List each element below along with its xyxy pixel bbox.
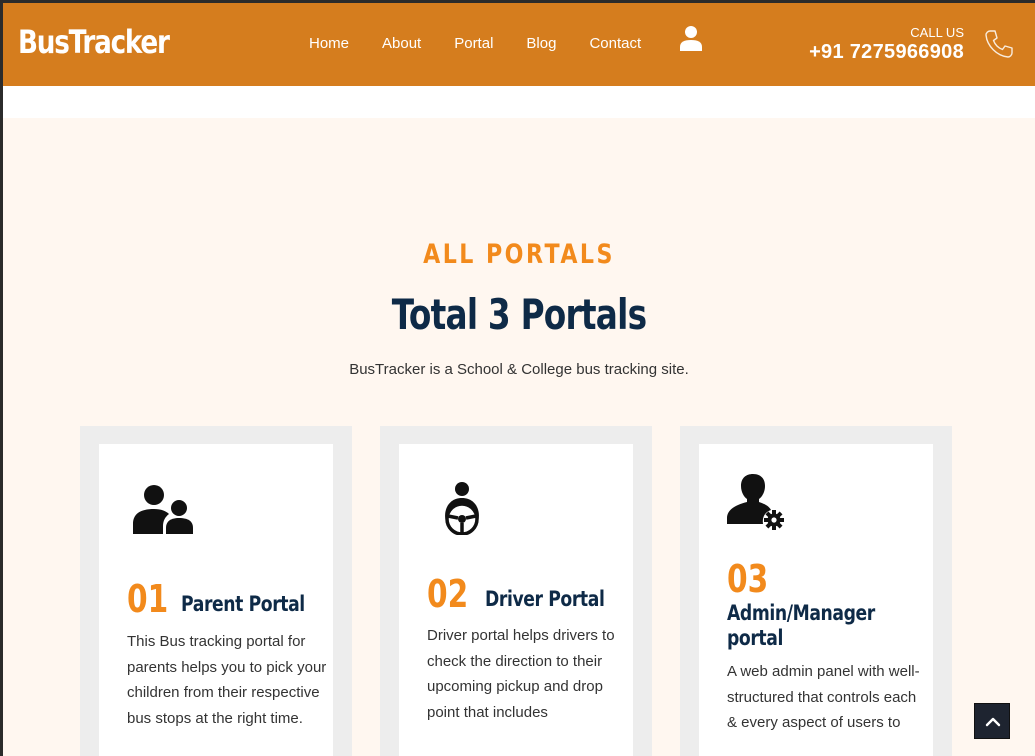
card-title: Parent Portal (181, 592, 305, 616)
section-eyebrow: ALL PORTALS (423, 239, 615, 270)
parents-icon (133, 485, 193, 534)
portal-card-body: 03 Admin/Manager portal A web admin pane… (699, 444, 933, 756)
card-number: 01 (127, 577, 169, 621)
call-us-label: CALL US (910, 25, 964, 40)
nav-blog-link[interactable]: Blog (526, 35, 556, 52)
card-title: Driver Portal (485, 587, 605, 611)
phone-icon (985, 30, 1013, 58)
card-description: A web admin panel with well-structured t… (727, 663, 920, 731)
portal-card-body: 01 Parent Portal This Bus tracking porta… (99, 444, 333, 756)
main-nav: Home About Portal Blog Contact (309, 35, 674, 52)
site-logo[interactable]: BusTracker (18, 23, 170, 61)
admin-gear-icon (727, 474, 784, 530)
card-description: Driver portal helps drivers to check the… (427, 627, 615, 721)
driver-steering-icon (445, 482, 479, 535)
card-number: 03 (727, 557, 769, 601)
section-subtitle: BusTracker is a School & College bus tra… (349, 361, 689, 378)
portals-section: ALL PORTALS Total 3 Portals BusTracker i… (3, 118, 1035, 756)
chevron-up-icon (985, 717, 1001, 727)
phone-number[interactable]: +91 7275966908 (809, 41, 964, 64)
nav-about-link[interactable]: About (382, 35, 421, 52)
portal-card-parent: 01 Parent Portal This Bus tracking porta… (80, 426, 352, 756)
page: BusTracker Home About Portal Blog Contac… (3, 3, 1035, 756)
portal-card-driver: 02 Driver Portal Driver portal helps dri… (380, 426, 652, 756)
card-description: This Bus tracking portal for parents hel… (127, 633, 327, 727)
portal-card-admin: 03 Admin/Manager portal A web admin pane… (680, 426, 952, 756)
portal-card-body: 02 Driver Portal Driver portal helps dri… (399, 444, 633, 756)
scroll-to-top-button[interactable] (974, 703, 1010, 739)
section-title: Total 3 Portals (391, 290, 647, 339)
card-number: 02 (427, 572, 469, 616)
nav-home-link[interactable]: Home (309, 35, 349, 52)
nav-portal-link[interactable]: Portal (454, 35, 493, 52)
user-icon[interactable] (679, 25, 703, 51)
card-title-line1: Admin/Manager (727, 601, 875, 625)
card-title-line2: portal (727, 626, 783, 650)
site-header: BusTracker Home About Portal Blog Contac… (3, 3, 1035, 86)
nav-contact-link[interactable]: Contact (589, 35, 641, 52)
